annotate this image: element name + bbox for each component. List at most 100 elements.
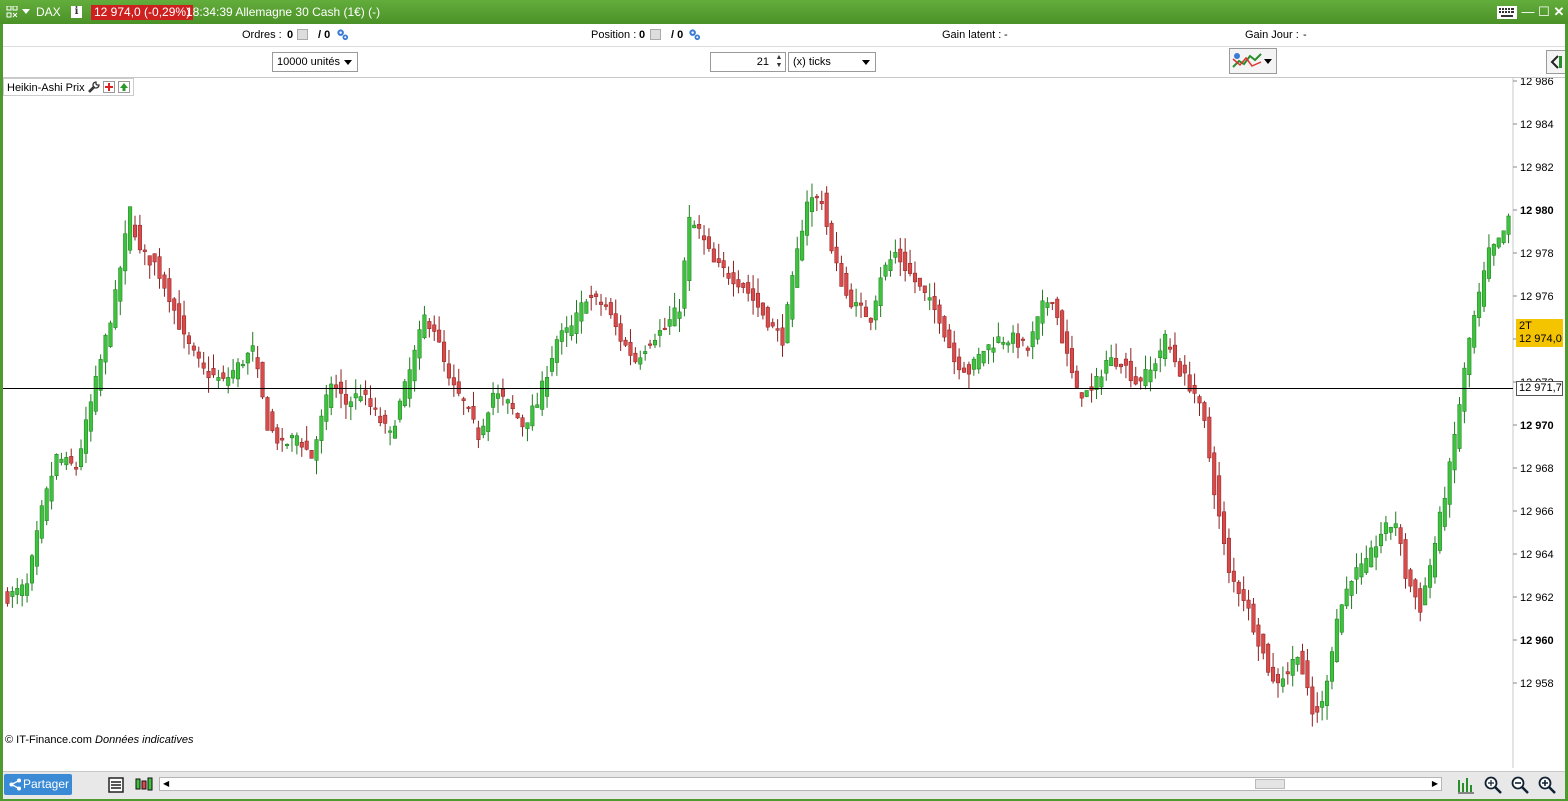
candle-body [324, 394, 329, 422]
time-scrollbar[interactable]: ◀ ▶ [159, 777, 1442, 791]
candle-body [378, 415, 383, 424]
y-tick-label: 12 970 [1520, 420, 1554, 432]
candle-body [1398, 527, 1403, 544]
candle-body [1133, 376, 1138, 385]
wrench-icon[interactable] [87, 81, 100, 93]
candle-body [368, 398, 373, 407]
candle-body [1428, 565, 1433, 588]
candle-body [1486, 247, 1491, 279]
candle-body [1246, 599, 1251, 609]
candle-body [1457, 404, 1462, 449]
symbol-label[interactable]: DAX [36, 5, 61, 19]
candle-body [755, 292, 761, 308]
collapse-arrow-icon [1550, 55, 1562, 69]
candle-body [363, 389, 368, 395]
candle-body [775, 328, 780, 331]
info-icon[interactable]: i [71, 6, 82, 18]
candle-body [1266, 643, 1271, 673]
candle-body [1275, 674, 1281, 684]
add-indicator-icon[interactable] [117, 81, 130, 93]
candle-body [270, 411, 275, 432]
zoom-in-icon[interactable] [1537, 775, 1557, 795]
gear-icon[interactable] [336, 28, 349, 41]
candle-body [1074, 370, 1079, 388]
candle-body [912, 272, 917, 283]
candle-body [790, 275, 795, 320]
candles-group [5, 183, 1511, 727]
candle-body [152, 253, 157, 263]
candle-body [1300, 650, 1305, 675]
candle-body [903, 251, 908, 271]
candle-body [863, 306, 868, 318]
close-icon[interactable]: ✕ [1550, 4, 1568, 20]
side-panel-toggle[interactable] [1546, 50, 1565, 74]
candle-body [947, 329, 952, 349]
candle-body [692, 224, 697, 229]
candle-body [996, 336, 1001, 343]
price-chart[interactable]: 12 986 12 984 12 982 12 980 12 978 12 976 12 9… [3, 78, 1565, 768]
candle-body [392, 425, 398, 439]
y-tick-label: 12 976 [1520, 291, 1554, 303]
candle-body [314, 439, 319, 461]
candle-body [34, 530, 39, 567]
candle-body [1006, 342, 1011, 346]
heikin-ashi-icon[interactable] [134, 775, 154, 795]
candle-body [613, 313, 618, 328]
keyboard-icon[interactable] [1497, 6, 1517, 19]
order-list-icon[interactable] [106, 775, 126, 795]
candle-body [726, 272, 731, 279]
chart-settings-icon[interactable] [1456, 775, 1476, 795]
cancel-orders-icon[interactable] [297, 29, 308, 40]
candle-body [932, 296, 937, 310]
grip-icon[interactable] [6, 6, 18, 18]
candle-body [137, 224, 142, 251]
disclaimer-text: Données indicatives [95, 734, 194, 746]
candle-body [83, 419, 88, 454]
order-info-bar: Ordres : 0 / 0 Position : 0 / 0 Gain lat… [3, 24, 1565, 47]
strategy-button[interactable] [1229, 48, 1277, 74]
candle-body [417, 329, 422, 359]
candle-body [569, 325, 574, 336]
candle-body [1104, 360, 1109, 374]
candle-body [765, 307, 770, 328]
strategy-chart-icon [1232, 53, 1262, 68]
candle-body [579, 302, 584, 322]
symbol-dropdown-caret-icon[interactable] [22, 9, 30, 14]
gear-icon[interactable] [688, 28, 701, 41]
candle-body [461, 398, 466, 401]
candle-body [466, 406, 471, 409]
candle-body [859, 302, 864, 306]
candle-body [1231, 570, 1236, 582]
units-select[interactable]: 10000 unités [272, 52, 358, 72]
indicator-legend[interactable]: Heikin-Ashi Prix [3, 78, 134, 96]
candle-body [29, 555, 34, 584]
candle-body [1408, 569, 1413, 587]
candle-body [1241, 589, 1246, 601]
candle-body [1325, 680, 1330, 706]
hline-price-label: 12 971,7 [1516, 381, 1563, 397]
remove-indicator-icon[interactable] [102, 81, 115, 93]
zoom-fit-icon[interactable] [1483, 775, 1503, 795]
candle-body [873, 300, 878, 321]
candle-body [1349, 580, 1354, 596]
candle-body [1050, 301, 1055, 304]
candlestick-chart[interactable]: 12 986 12 984 12 982 12 980 12 978 12 976 12 9… [3, 78, 1565, 768]
candle-body [103, 334, 108, 363]
candle-body [628, 342, 633, 356]
candle-body [687, 216, 692, 281]
ticks-stepper[interactable]: 21 ▲ ▼ [710, 52, 786, 72]
candle-body [1378, 533, 1384, 547]
scroll-left-icon[interactable]: ◀ [163, 779, 169, 788]
ticks-unit-select[interactable]: (x) ticks [788, 52, 876, 72]
share-button[interactable]: Partager [4, 774, 72, 795]
candle-body [226, 377, 231, 386]
y-tick-label: 12 984 [1520, 119, 1554, 131]
stepper-arrows-icon[interactable]: ▲ ▼ [775, 54, 783, 70]
scroll-right-icon[interactable]: ▶ [1432, 779, 1438, 788]
scrollbar-thumb[interactable] [1255, 779, 1285, 789]
candle-body [260, 361, 265, 398]
zoom-out-icon[interactable] [1510, 775, 1530, 795]
candle-body [299, 442, 304, 448]
candle-body [59, 458, 64, 463]
close-position-icon[interactable] [650, 29, 661, 40]
